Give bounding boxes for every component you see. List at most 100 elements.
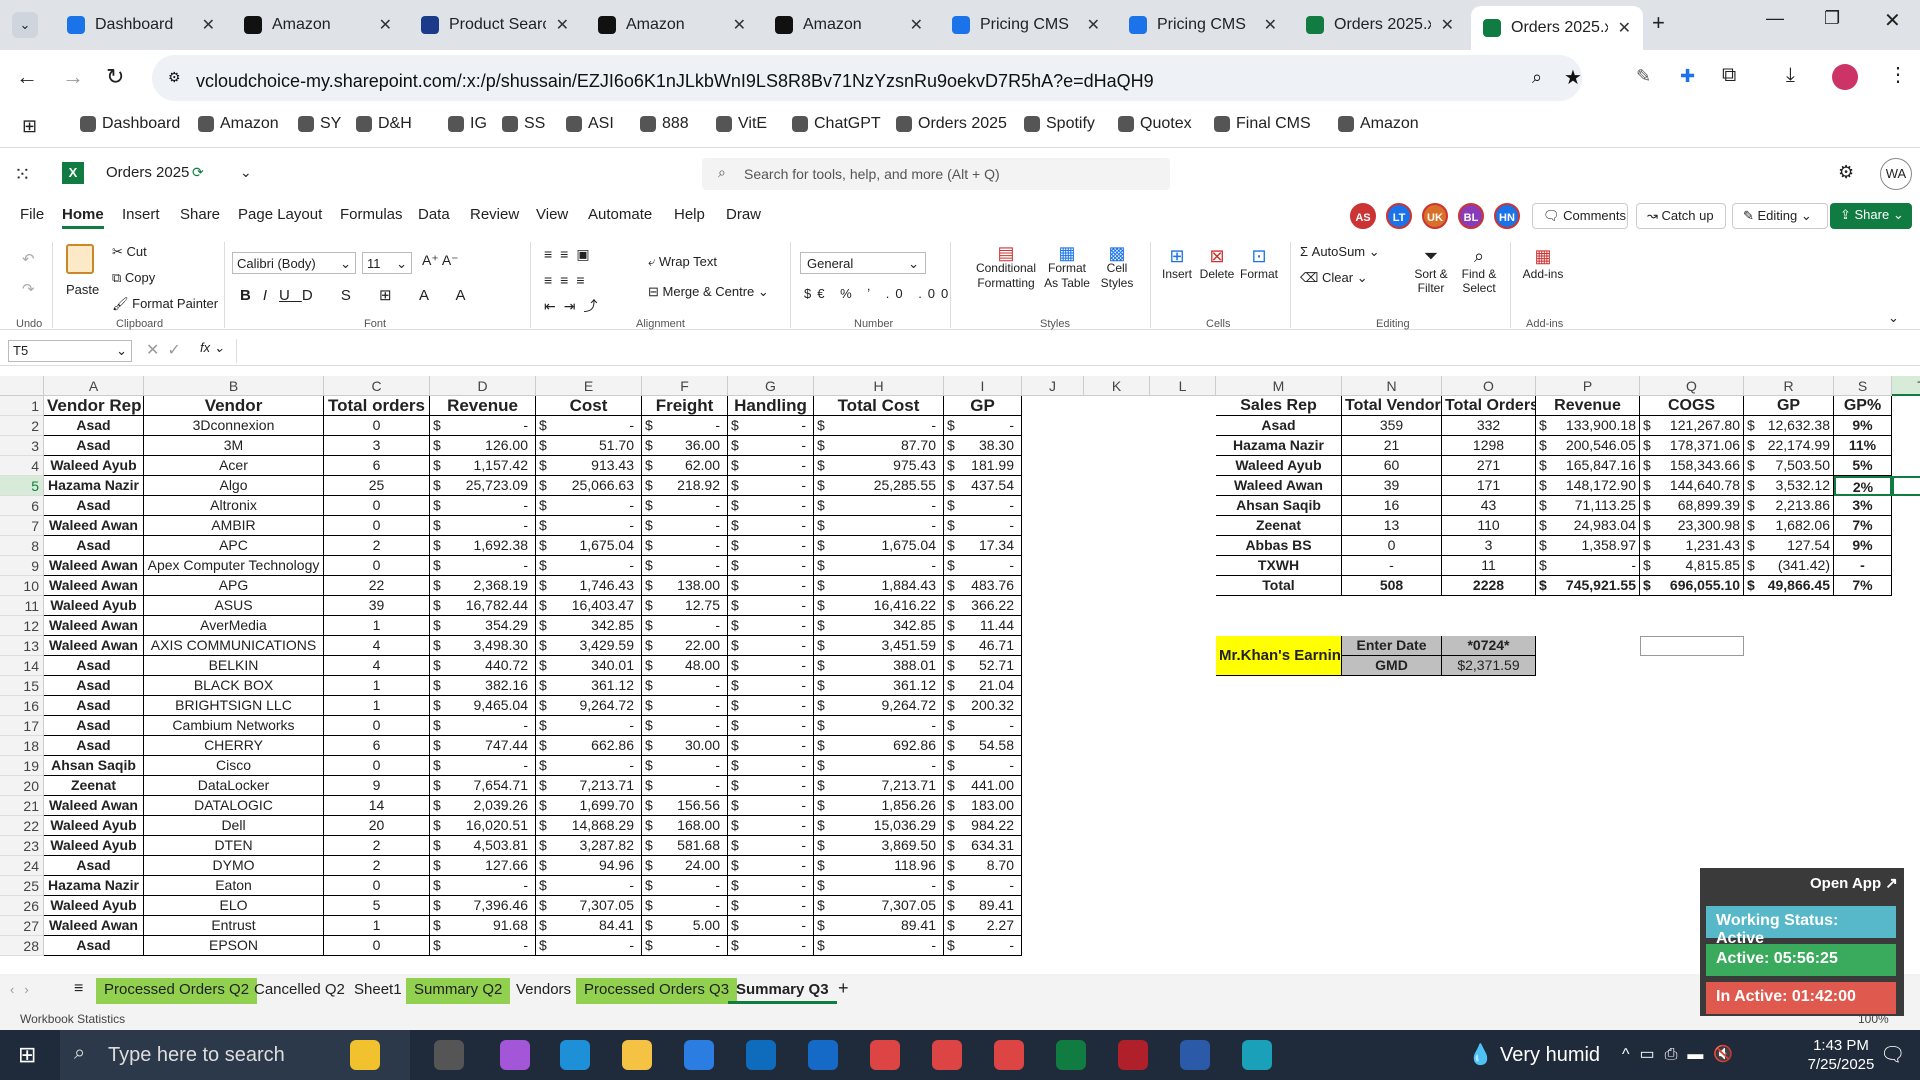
cell[interactable]: $ (341.42)	[1744, 556, 1834, 576]
cell[interactable]: 11%	[1834, 436, 1892, 456]
cell[interactable]: Asad	[1216, 416, 1342, 436]
file-name[interactable]: Orders 2025	[106, 164, 189, 181]
ribbon-tab-page-layout[interactable]: Page Layout	[238, 206, 322, 223]
cell[interactable]: $36.00	[642, 436, 728, 456]
cell[interactable]: $3,451.59	[814, 636, 944, 656]
cell[interactable]: $361.12	[814, 676, 944, 696]
ribbon-tab-help[interactable]: Help	[674, 206, 705, 223]
cell[interactable]: $91.68	[430, 916, 536, 936]
cell[interactable]: $7,213.71	[536, 776, 642, 796]
cell[interactable]: $2.27	[944, 916, 1022, 936]
cell[interactable]: $16,020.51	[430, 816, 536, 836]
cell[interactable]: Asad	[44, 656, 144, 676]
cell[interactable]: $9,264.72	[536, 696, 642, 716]
cell[interactable]: $2,368.19	[430, 576, 536, 596]
cell[interactable]: $ -	[536, 416, 642, 436]
cell[interactable]: 0	[324, 556, 430, 576]
cell[interactable]: $ -	[728, 556, 814, 576]
chrome-2-icon[interactable]	[932, 1040, 962, 1070]
cell[interactable]: 39	[324, 596, 430, 616]
cell[interactable]: $366.22	[944, 596, 1022, 616]
cell[interactable]: DATALOGIC	[144, 796, 324, 816]
cell[interactable]: 22	[324, 576, 430, 596]
cell[interactable]: Asad	[44, 496, 144, 516]
bookmark-star-icon[interactable]: ★	[1564, 65, 1582, 90]
zoom-icon[interactable]: ⌕	[1532, 67, 1542, 88]
column-header[interactable]: N	[1342, 376, 1442, 396]
wrap-text-button[interactable]: ⤶ Wrap Text	[648, 254, 717, 270]
select-all-corner[interactable]	[0, 376, 44, 396]
cell[interactable]: $1,358.97	[1536, 536, 1640, 556]
delete-cells-button[interactable]: ⊠ Delete	[1198, 246, 1236, 281]
cell[interactable]: $ -	[728, 656, 814, 676]
cell[interactable]: Cambium Networks	[144, 716, 324, 736]
cell[interactable]: $68,899.39	[1640, 496, 1744, 516]
bookmark-item[interactable]: ASI	[566, 115, 614, 133]
cell[interactable]: $178,371.06	[1640, 436, 1744, 456]
cell[interactable]: $ -	[728, 836, 814, 856]
browser-tab[interactable]: Pricing CMS ✕	[940, 6, 1112, 44]
cell[interactable]: $ -	[642, 696, 728, 716]
cell[interactable]: Enter Date	[1342, 636, 1442, 656]
cell[interactable]: $4,503.81	[430, 836, 536, 856]
row-header[interactable]: 14	[0, 656, 44, 676]
cell[interactable]: -	[1342, 556, 1442, 576]
cell[interactable]: $ -	[728, 716, 814, 736]
column-header[interactable]: R	[1744, 376, 1834, 396]
cell[interactable]: $ -	[814, 556, 944, 576]
cell[interactable]: 0	[1342, 536, 1442, 556]
cell[interactable]: $483.76	[944, 576, 1022, 596]
cell[interactable]: $ -	[728, 916, 814, 936]
cell[interactable]: $ -	[430, 876, 536, 896]
user-avatar[interactable]: WA	[1880, 158, 1912, 190]
search-input[interactable]: ⌕ Search for tools, help, and more (Alt …	[702, 158, 1170, 190]
grow-font-icon[interactable]: A⁺ A⁻	[422, 252, 459, 269]
edge-icon[interactable]	[560, 1040, 590, 1070]
cell[interactable]: $ -	[814, 936, 944, 956]
tab-close-icon[interactable]: ✕	[910, 15, 923, 35]
cell[interactable]: Waleed Ayub	[44, 816, 144, 836]
number-format-icons[interactable]: $€ % ʼ .0 .00	[804, 286, 954, 301]
cell[interactable]: 0	[324, 516, 430, 536]
download-icon[interactable]: ⤓	[1786, 64, 1795, 87]
cell[interactable]: $361.12	[536, 676, 642, 696]
sort-filter-button[interactable]: ⏷ Sort & Filter	[1408, 246, 1454, 295]
cell[interactable]: $ -	[728, 696, 814, 716]
cell[interactable]: $4,815.85	[1640, 556, 1744, 576]
cell[interactable]: Eaton	[144, 876, 324, 896]
cell[interactable]: $54.58	[944, 736, 1022, 756]
cell[interactable]: $ -	[728, 616, 814, 636]
excel-taskbar-icon[interactable]	[1056, 1040, 1086, 1070]
extension-icon[interactable]: ✎	[1636, 66, 1651, 87]
cell[interactable]: $14,868.29	[536, 816, 642, 836]
cell[interactable]: $ -	[728, 896, 814, 916]
tab-close-icon[interactable]: ✕	[733, 15, 746, 35]
row-header[interactable]: 20	[0, 776, 44, 796]
copy-button[interactable]: ⧉ Copy	[112, 270, 155, 286]
ribbon-tab-automate[interactable]: Automate	[588, 206, 652, 223]
undo-icon[interactable]: ↶	[22, 250, 35, 268]
number-format-select[interactable]: General ⌄	[800, 252, 926, 274]
cell[interactable]: $ -	[728, 736, 814, 756]
cell[interactable]: $ -	[642, 716, 728, 736]
cell[interactable]: Asad	[44, 736, 144, 756]
cell[interactable]: $437.54	[944, 476, 1022, 496]
cell[interactable]: 6	[324, 736, 430, 756]
cell[interactable]: Entrust	[144, 916, 324, 936]
new-tab-icon[interactable]: +	[1652, 10, 1665, 36]
cell[interactable]: $200.32	[944, 696, 1022, 716]
bookmark-item[interactable]: D&H	[356, 115, 412, 133]
cell[interactable]: DTEN	[144, 836, 324, 856]
cell[interactable]: Sales Rep	[1216, 396, 1342, 416]
outlook-icon[interactable]	[746, 1040, 776, 1070]
cell[interactable]: Asad	[44, 536, 144, 556]
cell[interactable]: $ -	[430, 416, 536, 436]
bookmark-item[interactable]: Dashboard	[80, 115, 180, 133]
cell[interactable]: $ -	[814, 516, 944, 536]
cell[interactable]: $ -	[728, 536, 814, 556]
cell[interactable]: $747.44	[430, 736, 536, 756]
cell[interactable]: $ -	[642, 876, 728, 896]
cell[interactable]: Dell	[144, 816, 324, 836]
cell[interactable]: Waleed Awan	[44, 576, 144, 596]
cell[interactable]: Waleed Awan	[44, 636, 144, 656]
